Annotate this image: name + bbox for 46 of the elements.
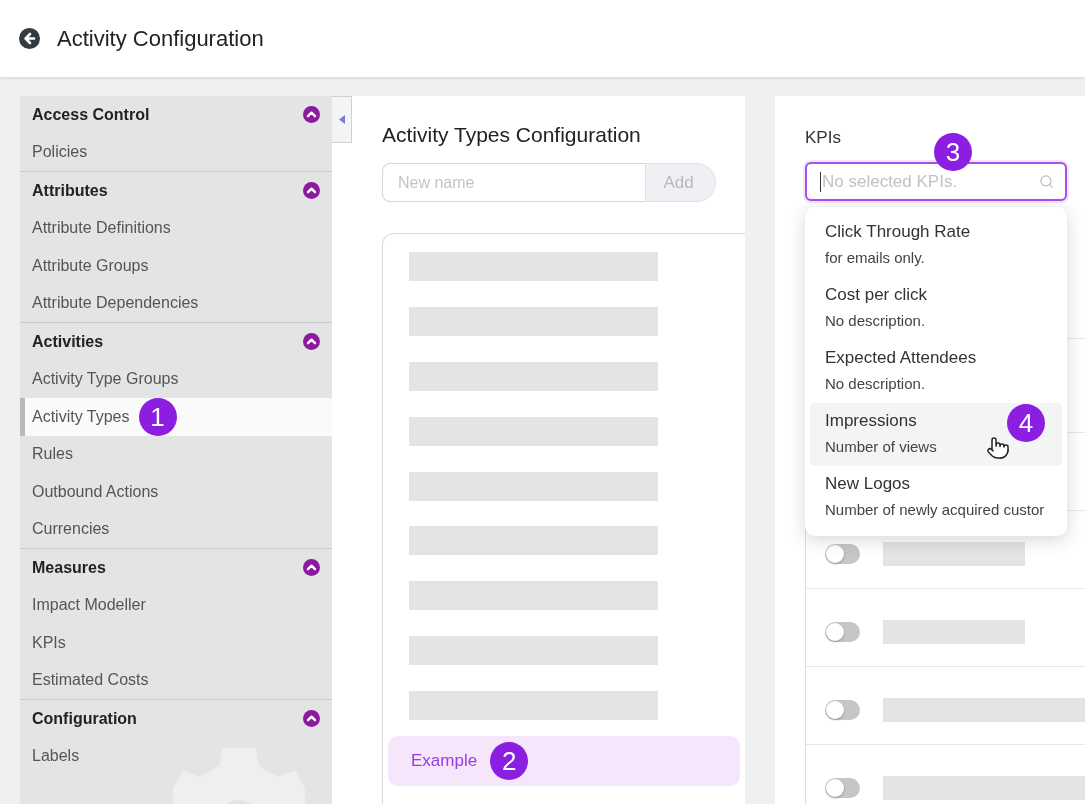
pointer-hand-icon: [986, 436, 1010, 460]
toggle-switch[interactable]: [825, 543, 860, 564]
sidebar-item[interactable]: Outbound Actions: [20, 473, 332, 511]
toggle-switch[interactable]: [825, 699, 860, 720]
dropdown-option[interactable]: New Logos Number of newly acquired custor: [810, 466, 1062, 529]
sidebar-section-title: Access Control: [32, 105, 150, 124]
sidebar-item[interactable]: Activity Type Groups: [20, 360, 332, 398]
sidebar-item[interactable]: Attribute Groups: [20, 247, 332, 285]
sidebar-item[interactable]: Impact Modeller: [20, 586, 332, 624]
sidebar-item[interactable]: Attribute Dependencies: [20, 284, 332, 322]
sidebar-item[interactable]: Currencies: [20, 510, 332, 548]
chevron-up-icon[interactable]: [303, 710, 320, 728]
dropdown-option[interactable]: Click Through Rate for emails only.: [810, 214, 1062, 277]
new-name-input[interactable]: New name: [382, 163, 645, 202]
dropdown-option[interactable]: Impressions Number of views 4: [810, 403, 1062, 466]
sidebar-section-title: Configuration: [32, 709, 137, 728]
sidebar-section-title: Measures: [32, 558, 106, 577]
chevron-up-icon[interactable]: [303, 333, 320, 351]
step-marker: 1: [138, 397, 177, 436]
field-label: KPIs: [805, 128, 841, 148]
sidebar-item[interactable]: Estimated Costs: [20, 661, 332, 699]
dropdown-option[interactable]: Expected Attendees No description.: [810, 340, 1062, 403]
chevron-up-icon[interactable]: [303, 559, 320, 577]
dropdown-option[interactable]: Cost per click No description.: [810, 277, 1062, 340]
caret-left-icon: [338, 115, 345, 124]
sidebar-item[interactable]: Policies: [20, 133, 332, 171]
step-marker: 3: [934, 133, 972, 171]
sidebar-section-title: Attributes: [32, 181, 108, 200]
sidebar-item[interactable]: Labels: [20, 737, 332, 775]
list-item[interactable]: Example 2: [388, 736, 740, 786]
toggle-switch[interactable]: [825, 621, 860, 642]
panel-title: Activity Types Configuration: [382, 123, 642, 147]
chevron-up-icon[interactable]: [303, 182, 320, 200]
sidebar-item[interactable]: Activity Types 1: [20, 398, 332, 436]
step-marker: 2: [490, 742, 529, 780]
step-marker: 4: [1007, 404, 1045, 442]
sidebar-collapse-button[interactable]: [332, 96, 352, 143]
toggle-switch[interactable]: [825, 777, 860, 798]
sidebar-section-title: Activities: [32, 332, 104, 351]
text-cursor-icon: [820, 171, 821, 192]
page-title: Activity Configuration: [57, 25, 264, 52]
search-icon: [1039, 174, 1054, 189]
sidebar-item[interactable]: Attribute Definitions: [20, 209, 332, 247]
sidebar-item[interactable]: KPIs: [20, 624, 332, 662]
sidebar-item[interactable]: Rules: [20, 435, 332, 473]
chevron-up-icon[interactable]: [303, 106, 320, 124]
